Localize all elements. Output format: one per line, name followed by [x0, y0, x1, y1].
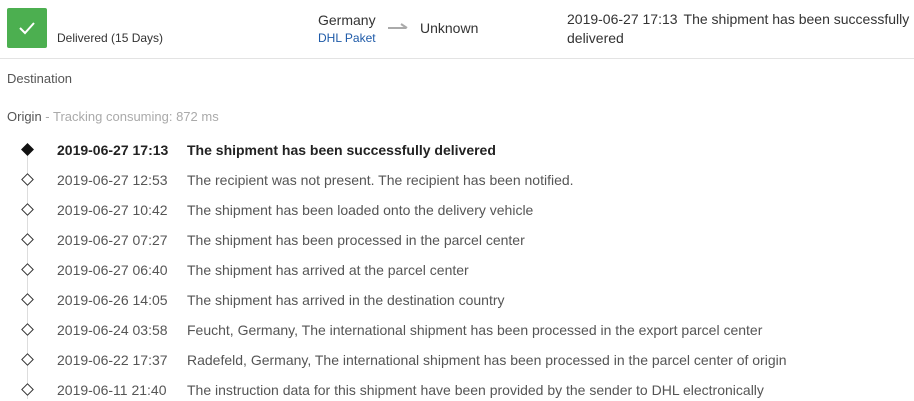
timeline-event: 2019-06-27 07:27 The shipment has been p…: [0, 225, 914, 255]
delivered-status-badge: [7, 8, 47, 48]
timeline-event: 2019-06-27 10:42 The shipment has been l…: [0, 195, 914, 225]
timeline-event: 2019-06-27 12:53 The recipient was not p…: [0, 165, 914, 195]
timeline-diamond-icon: [21, 293, 34, 306]
check-icon: [19, 22, 35, 35]
latest-event-time: 2019-06-27 17:13: [567, 11, 678, 27]
event-desc: The recipient was not present. The recip…: [187, 172, 574, 188]
timeline-diamond-icon: [21, 323, 34, 336]
timeline-diamond-icon: [21, 143, 34, 156]
timeline-event: 2019-06-11 21:40 The instruction data fo…: [0, 375, 914, 401]
event-desc: The shipment has been loaded onto the de…: [187, 202, 534, 218]
timeline-event: 2019-06-26 14:05 The shipment has arrive…: [0, 285, 914, 315]
event-time: 2019-06-22 17:37: [57, 352, 168, 368]
event-time: 2019-06-24 03:58: [57, 322, 168, 338]
timeline-event: 2019-06-24 03:58 Feucht, Germany, The in…: [0, 315, 914, 345]
event-desc: The instruction data for this shipment h…: [187, 382, 764, 398]
event-time: 2019-06-11 21:40: [57, 382, 167, 398]
destination-country: Unknown: [420, 20, 479, 36]
timeline-diamond-icon: [21, 203, 34, 216]
destination-section-label: Destination: [7, 71, 73, 86]
arrow-right-icon: [388, 23, 408, 29]
timeline-event: 2019-06-27 06:40 The shipment has arrive…: [0, 255, 914, 285]
origin-country: Germany: [318, 12, 376, 28]
timeline-diamond-icon: [21, 233, 34, 246]
timeline-event: 2019-06-22 17:37 Radefeld, Germany, The …: [0, 345, 914, 375]
event-desc: The shipment has been processed in the p…: [187, 232, 525, 248]
origin-section-label: Origin: [7, 109, 42, 124]
timeline-diamond-icon: [21, 263, 34, 276]
event-desc: Radefeld, Germany, The international shi…: [187, 352, 787, 368]
event-time: 2019-06-27 17:13: [57, 142, 169, 158]
timeline-diamond-icon: [21, 173, 34, 186]
event-desc: The shipment has arrived in the destinat…: [187, 292, 505, 308]
event-time: 2019-06-26 14:05: [57, 292, 168, 308]
carrier-name: DHL Paket: [318, 31, 376, 45]
status-label: Delivered (15 Days): [57, 31, 164, 45]
timeline-diamond-icon: [21, 353, 34, 366]
timeline-diamond-icon: [21, 383, 34, 396]
tracking-time-meta: - Tracking consuming: 872 ms: [41, 109, 219, 124]
origin-section-header: Origin - Tracking consuming: 872 ms: [7, 109, 219, 124]
event-time: 2019-06-27 10:42: [57, 202, 168, 218]
timeline-event: 2019-06-27 17:13 The shipment has been s…: [0, 135, 914, 165]
event-time: 2019-06-27 07:27: [57, 232, 168, 248]
event-time: 2019-06-27 06:40: [57, 262, 168, 278]
event-desc: The shipment has arrived at the parcel c…: [187, 262, 469, 278]
event-time: 2019-06-27 12:53: [57, 172, 168, 188]
latest-event: 2019-06-27 17:13 The shipment has been su…: [567, 10, 912, 48]
tracking-summary-header: Delivered (15 Days) Germany DHL Paket Un…: [0, 0, 914, 59]
event-desc: Feucht, Germany, The international shipm…: [187, 322, 763, 338]
event-desc: The shipment has been successfully deliv…: [187, 142, 496, 158]
